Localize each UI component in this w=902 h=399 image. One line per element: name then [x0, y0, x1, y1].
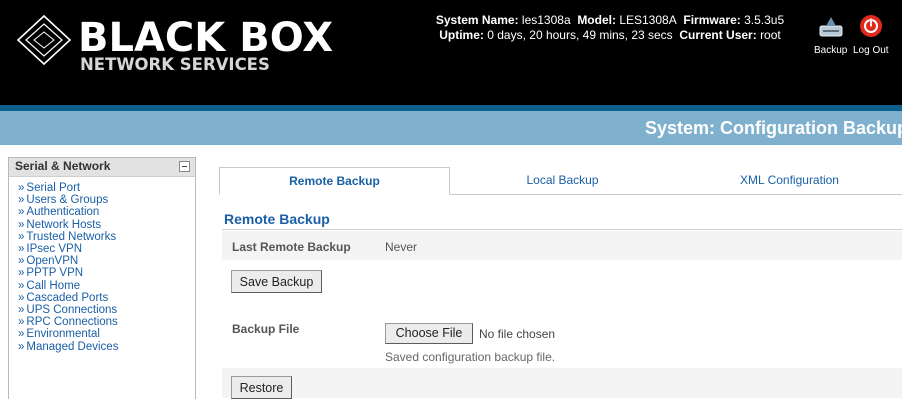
- sidebar-item-pptp-vpn[interactable]: » PPTP VPN: [18, 267, 195, 279]
- system-info-line-1: System Name: les1308a Model: LES1308A Fi…: [435, 13, 785, 27]
- sidebar-section-title: Serial & Network: [15, 159, 111, 173]
- bullet-icon: »: [18, 230, 25, 243]
- backup-file-hint: Saved configuration backup file.: [385, 350, 556, 364]
- brand-logo: BLACK BOX NETWORK SERVICES: [16, 14, 333, 84]
- sidebar-item-environmental[interactable]: » Environmental: [18, 328, 195, 340]
- sidebar-item-label: Network Hosts: [26, 218, 102, 231]
- sidebar-item-label: IPsec VPN: [26, 243, 83, 256]
- tab-remote-backup[interactable]: Remote Backup: [219, 167, 450, 195]
- system-name: les1308a: [521, 13, 571, 27]
- sidebar-item-label: UPS Connections: [26, 304, 118, 317]
- sidebar-item-cascaded-ports[interactable]: » Cascaded Ports: [18, 292, 195, 304]
- sidebar-item-label: Call Home: [26, 279, 81, 292]
- bullet-icon: »: [18, 328, 25, 341]
- system-info: System Name: les1308a Model: LES1308A Fi…: [420, 13, 800, 43]
- sidebar-item-label: OpenVPN: [26, 255, 79, 268]
- bullet-icon: »: [18, 206, 25, 219]
- sidebar-item-openvpn[interactable]: » OpenVPN: [18, 255, 195, 267]
- sidebar-item-label: PPTP VPN: [26, 267, 84, 280]
- collapse-icon[interactable]: [179, 161, 190, 172]
- sidebar-item-label: Managed Devices: [26, 340, 119, 353]
- system-info-line-2: Uptime: 0 days, 20 hours, 49 mins, 23 se…: [439, 28, 781, 42]
- backup-file-label: Backup File: [232, 322, 300, 336]
- no-file-chosen-text: No file chosen: [479, 327, 556, 341]
- bullet-icon: »: [18, 267, 25, 280]
- current-user: root: [760, 28, 781, 42]
- sidebar-item-label: Trusted Networks: [26, 230, 117, 243]
- sidebar-menu: » Serial Port» Users & Groups» Authenticati…: [9, 177, 195, 353]
- model: LES1308A: [619, 13, 677, 27]
- sidebar-item-call-home[interactable]: » Call Home: [18, 280, 195, 292]
- sidebar-item-label: Serial Port: [26, 182, 81, 194]
- sidebar: Serial & Network » Serial Port» Users & Gr…: [8, 157, 196, 399]
- sidebar-item-managed-devices[interactable]: » Managed Devices: [18, 341, 195, 353]
- bullet-icon: »: [18, 218, 25, 231]
- page-title: System: Configuration Backup: [644, 118, 902, 138]
- bullet-icon: »: [18, 255, 25, 268]
- bullet-icon: »: [18, 340, 25, 353]
- sidebar-item-rpc-connections[interactable]: » RPC Connections: [18, 316, 195, 328]
- bullet-icon: »: [18, 194, 25, 207]
- sidebar-item-users-groups[interactable]: » Users & Groups: [18, 194, 195, 206]
- bullet-icon: »: [18, 291, 25, 304]
- section-divider: [222, 229, 902, 230]
- sidebar-item-label: RPC Connections: [26, 316, 118, 329]
- bullet-icon: »: [18, 243, 25, 256]
- save-backup-button[interactable]: Save Backup: [231, 270, 322, 293]
- bullet-icon: »: [18, 304, 25, 317]
- choose-file-button[interactable]: Choose File: [385, 323, 473, 344]
- sidebar-item-ipsec-vpn[interactable]: » IPsec VPN: [18, 243, 195, 255]
- restore-row: [222, 368, 902, 398]
- sidebar-item-authentication[interactable]: » Authentication: [18, 206, 195, 218]
- bullet-icon: »: [18, 316, 25, 329]
- page-title-bar: System: Configuration Backup: [0, 111, 902, 145]
- section-title: Remote Backup: [224, 211, 330, 227]
- sidebar-item-network-hosts[interactable]: » Network Hosts: [18, 219, 195, 231]
- sidebar-item-ups-connections[interactable]: » UPS Connections: [18, 304, 195, 316]
- backup-icon: [819, 17, 843, 37]
- sidebar-item-label: Authentication: [26, 206, 100, 219]
- logo-diamond-icon: [16, 14, 72, 66]
- tab-local-backup[interactable]: Local Backup: [450, 167, 675, 193]
- uptime: 0 days, 20 hours, 49 mins, 23 secs: [487, 28, 673, 42]
- sidebar-item-serial-port[interactable]: » Serial Port: [18, 182, 195, 194]
- sidebar-item-label: Environmental: [26, 328, 100, 341]
- last-backup-label: Last Remote Backup: [232, 240, 351, 254]
- last-backup-value: Never: [385, 240, 418, 254]
- backup-button[interactable]: Backup: [814, 14, 847, 56]
- sidebar-item-label: Users & Groups: [26, 194, 109, 207]
- sidebar-section-header[interactable]: Serial & Network: [9, 158, 195, 177]
- brand-name: BLACK BOX: [78, 15, 334, 61]
- sidebar-item-label: Cascaded Ports: [26, 291, 109, 304]
- sidebar-item-trusted-networks[interactable]: » Trusted Networks: [18, 231, 195, 243]
- firmware: 3.5.3u5: [744, 13, 785, 27]
- bullet-icon: »: [18, 279, 25, 292]
- tab-bar: Remote Backup Local Backup XML Configura…: [219, 167, 902, 195]
- logout-button[interactable]: Log Out: [853, 14, 889, 56]
- tab-xml-configuration[interactable]: XML Configuration: [677, 167, 902, 193]
- power-icon: [859, 15, 882, 37]
- brand-tagline: NETWORK SERVICES: [80, 55, 270, 74]
- restore-button[interactable]: Restore: [231, 376, 292, 399]
- top-header: BLACK BOX NETWORK SERVICES System Name: …: [0, 0, 902, 105]
- bullet-icon: »: [18, 182, 25, 194]
